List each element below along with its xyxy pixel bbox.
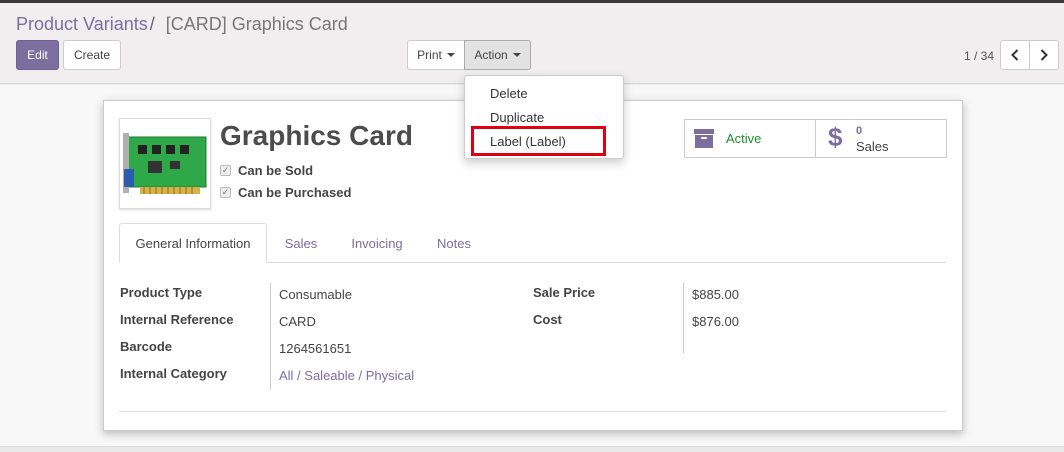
sales-label: Sales — [856, 139, 889, 154]
form-bottom-divider — [119, 411, 946, 412]
internal-reference-value: CARD — [279, 314, 316, 329]
breadcrumb-current: [CARD] Graphics Card — [165, 14, 348, 34]
product-title: Graphics Card — [220, 120, 413, 151]
breadcrumb-parent-link[interactable]: Product Variants — [16, 14, 148, 34]
action-label: Action — [474, 48, 508, 62]
active-label: Active — [726, 131, 762, 146]
can-be-sold-checkbox[interactable]: ✓ — [220, 165, 231, 176]
cost-label: Cost — [533, 312, 562, 327]
pager-next-button[interactable] — [1029, 40, 1059, 70]
can-be-purchased-label: Can be Purchased — [238, 185, 352, 200]
pager-previous-button[interactable] — [1000, 40, 1030, 70]
breadcrumb-separator: / — [149, 14, 155, 34]
internal-category-link[interactable]: All / Saleable / Physical — [279, 368, 414, 383]
sales-smart-button[interactable]: $ 0 Sales — [815, 119, 947, 158]
control-panel: Product Variants / [CARD] Graphics Card — [0, 3, 1064, 84]
left-fields-divider — [270, 283, 271, 390]
highlight-annotation-box — [471, 126, 606, 156]
print-label: Print — [417, 48, 442, 62]
caret-down-icon — [512, 53, 521, 57]
tab-general-information[interactable]: General Information — [119, 223, 267, 263]
menu-item-duplicate[interactable]: Duplicate — [490, 110, 544, 125]
product-image[interactable] — [119, 118, 211, 209]
edit-button[interactable]: Edit — [16, 40, 59, 70]
can-be-sold-row: ✓ Can be Sold — [220, 163, 313, 178]
create-button[interactable]: Create — [63, 40, 121, 70]
barcode-label: Barcode — [120, 339, 173, 354]
barcode-value: 1264561651 — [279, 341, 352, 356]
can-be-sold-label: Can be Sold — [238, 163, 314, 178]
can-be-purchased-checkbox[interactable]: ✓ — [220, 187, 231, 198]
right-fields-divider — [683, 283, 684, 353]
internal-category-label: Internal Category — [120, 366, 227, 381]
dollar-icon: $ — [828, 122, 843, 152]
cost-value: $876.00 — [692, 314, 739, 329]
tab-invoicing[interactable]: Invoicing — [338, 223, 416, 263]
internal-reference-label: Internal Reference — [120, 312, 234, 327]
tab-notes[interactable]: Notes — [424, 223, 484, 263]
pager-value[interactable]: 1 / 34 — [964, 49, 994, 63]
archive-icon — [694, 129, 714, 148]
sales-count: 0 — [856, 125, 863, 137]
tab-sales[interactable]: Sales — [272, 223, 330, 263]
active-toggle-button[interactable]: Active — [684, 119, 816, 158]
breadcrumb: Product Variants / [CARD] Graphics Card — [16, 14, 348, 35]
product-type-label: Product Type — [120, 285, 203, 300]
chevron-right-icon — [1040, 49, 1048, 61]
caret-down-icon — [446, 53, 455, 57]
graphics-card-image — [120, 119, 210, 208]
chevron-left-icon — [1011, 49, 1019, 61]
action-dropdown-button[interactable]: Action — [464, 40, 531, 70]
can-be-purchased-row: ✓ Can be Purchased — [220, 185, 351, 200]
product-type-value: Consumable — [279, 287, 352, 302]
sale-price-value: $885.00 — [692, 287, 739, 302]
menu-item-delete[interactable]: Delete — [490, 86, 528, 101]
print-dropdown-button[interactable]: Print — [407, 40, 465, 70]
sale-price-label: Sale Price — [533, 285, 596, 300]
